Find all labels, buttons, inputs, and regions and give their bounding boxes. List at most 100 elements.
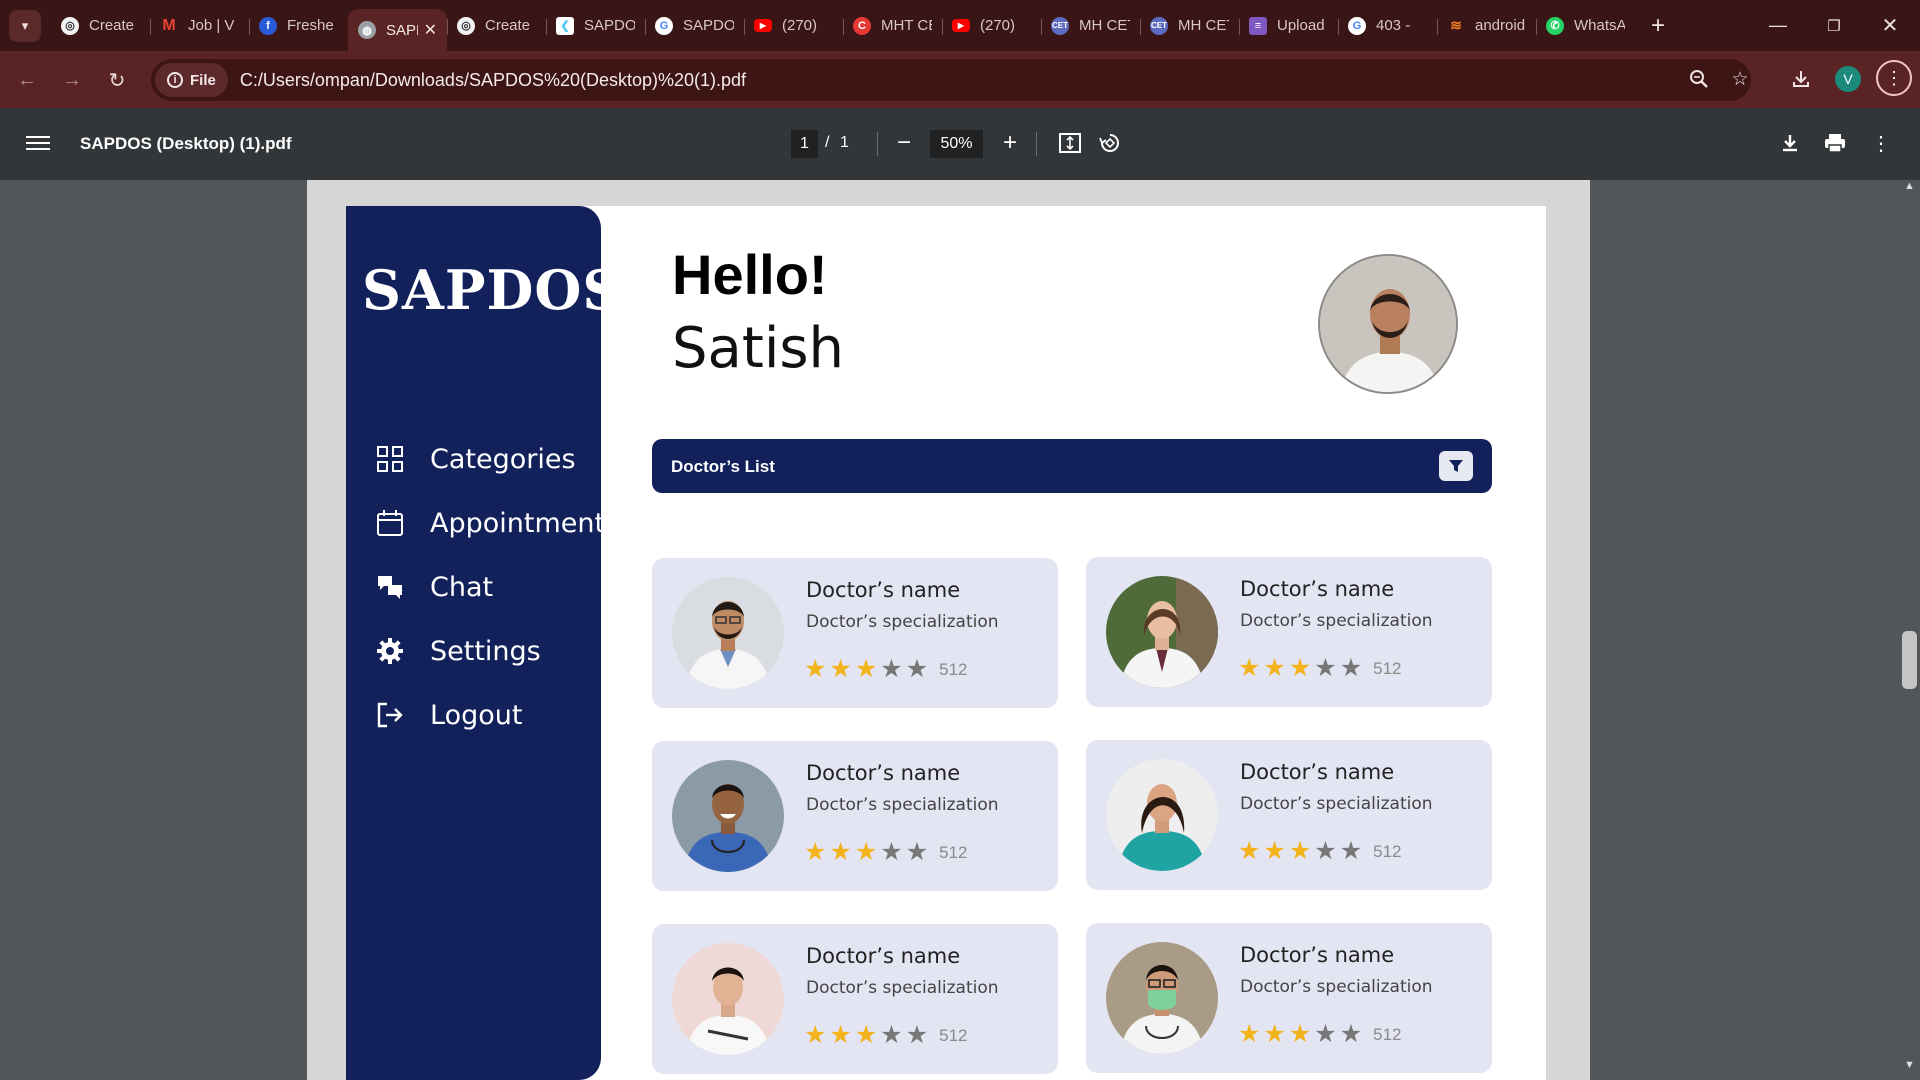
- doctor-card[interactable]: Doctor’s name Doctor’s specialization ★ ★…: [1086, 740, 1492, 890]
- doctor-card[interactable]: Doctor’s name Doctor’s specialization ★ ★…: [652, 741, 1058, 891]
- star-icon: ★: [1339, 654, 1363, 682]
- downloads-icon[interactable]: [1786, 64, 1816, 94]
- browser-tab[interactable]: ◎ Create: [447, 8, 546, 44]
- zoom-level-input[interactable]: 50%: [930, 130, 983, 158]
- url-text[interactable]: C:/Users/ompan/Downloads/SAPDOS%20(Deskt…: [240, 70, 746, 91]
- logout-icon: [374, 699, 406, 731]
- close-window-icon[interactable]: ✕: [1862, 0, 1918, 51]
- doctor-specialization: Doctor’s specialization: [1240, 977, 1433, 997]
- star-icon: ★: [1314, 1020, 1337, 1048]
- browser-tab[interactable]: CET MH CET: [1041, 8, 1140, 44]
- browser-toolbar: ← → ↻ i File C:/Users/ompan/Downloads/SA…: [0, 51, 1920, 108]
- tab-label: Upload: [1277, 17, 1325, 34]
- site-info-chip[interactable]: i File: [155, 63, 228, 97]
- close-tab-icon[interactable]: ✕: [424, 20, 437, 40]
- pdf-more-options-icon[interactable]: ⋮: [1866, 128, 1896, 158]
- doctor-card[interactable]: Doctor’s name Doctor’s specialization ★ ★…: [652, 924, 1058, 1074]
- nav-item-logout[interactable]: Logout: [374, 695, 522, 735]
- review-count: 512: [939, 842, 968, 862]
- browser-tab[interactable]: ◎ Create: [51, 8, 150, 44]
- user-avatar[interactable]: [1318, 254, 1458, 394]
- zoom-out-icon[interactable]: −: [889, 128, 919, 158]
- scrollbar-thumb[interactable]: [1902, 631, 1917, 689]
- tab-label: MHT CET: [881, 17, 932, 34]
- nav-item-label: Categories: [430, 443, 576, 475]
- app-sidebar: SAPDOS Categories Appointment Chat Setti…: [346, 206, 621, 1080]
- star-icon: ★: [905, 1021, 929, 1049]
- print-icon[interactable]: [1820, 128, 1850, 158]
- rating-stars: ★ ★ ★ ★ ★ 512: [1238, 1022, 1401, 1047]
- info-icon: i: [167, 72, 183, 88]
- google-icon: G: [655, 16, 673, 35]
- back-arrow-icon[interactable]: ←: [10, 63, 44, 97]
- page-number-input[interactable]: 1: [791, 130, 818, 158]
- page-separator: /: [825, 134, 830, 151]
- nav-item-chat[interactable]: Chat: [374, 567, 493, 607]
- chrome-globe-icon: ◍: [358, 21, 376, 39]
- gmail-icon: M: [162, 16, 176, 34]
- tab-label: MH CET: [1079, 17, 1130, 34]
- reload-icon[interactable]: ↻: [100, 63, 134, 97]
- doctor-card[interactable]: Doctor’s name Doctor’s specialization ★ ★…: [1086, 557, 1492, 707]
- nav-item-appointment[interactable]: Appointment: [374, 503, 605, 543]
- tab-search-button[interactable]: ▾: [9, 9, 41, 42]
- doctor-card[interactable]: Doctor’s name Doctor’s specialization ★ ★…: [1086, 923, 1492, 1073]
- user-name: Satish: [672, 316, 845, 381]
- profile-avatar[interactable]: V: [1835, 66, 1861, 92]
- browser-tab[interactable]: CET MH CET: [1140, 8, 1239, 44]
- browser-tab[interactable]: G 403 -: [1338, 8, 1437, 44]
- browser-tab[interactable]: C MHT CET: [843, 8, 942, 44]
- tab-label: SAPDOS: [386, 21, 418, 39]
- star-icon: ★: [1238, 654, 1261, 682]
- browser-menu-icon[interactable]: ⋮: [1876, 60, 1912, 96]
- scroll-up-arrow-icon[interactable]: ▲: [1904, 180, 1915, 192]
- bookmark-star-icon[interactable]: ☆: [1725, 64, 1755, 94]
- restore-icon[interactable]: ❐: [1806, 0, 1862, 51]
- doctor-card[interactable]: Doctor’s name Doctor’s specialization ★ ★…: [652, 558, 1058, 708]
- nav-item-label: Settings: [430, 635, 541, 667]
- vertical-scrollbar[interactable]: [1900, 180, 1920, 1080]
- browser-tab[interactable]: ✆ WhatsApp: [1536, 8, 1635, 44]
- browser-tab[interactable]: G SAPDOS: [645, 8, 744, 44]
- doctor-photo: [672, 577, 784, 689]
- rotate-icon[interactable]: [1095, 128, 1125, 158]
- browser-tab[interactable]: ▶ (270): [942, 8, 1041, 44]
- forward-arrow-icon[interactable]: →: [55, 63, 89, 97]
- doctor-name: Doctor’s name: [1240, 577, 1395, 601]
- cet-icon: CET: [1150, 16, 1168, 35]
- star-icon: ★: [854, 655, 878, 683]
- nav-item-settings[interactable]: Settings: [374, 631, 541, 671]
- tab-label: Create: [485, 17, 531, 34]
- new-tab-button[interactable]: +: [1643, 12, 1673, 40]
- pdf-viewport[interactable]: SAPDOS Categories Appointment Chat Setti…: [0, 180, 1920, 1080]
- hamburger-menu-icon[interactable]: [26, 132, 50, 156]
- address-bar[interactable]: i File C:/Users/ompan/Downloads/SAPDOS%2…: [151, 59, 1751, 101]
- review-count: 512: [1373, 1024, 1402, 1044]
- pdf-download-icon[interactable]: [1775, 128, 1805, 158]
- tab-label: (270): [980, 17, 1016, 34]
- tab-label: SAPDOS: [683, 17, 734, 34]
- fit-page-icon[interactable]: [1055, 128, 1085, 158]
- doctor-name: Doctor’s name: [806, 761, 961, 785]
- whatsapp-icon: ✆: [1546, 16, 1564, 35]
- scroll-down-arrow-icon[interactable]: ▼: [1904, 1059, 1915, 1071]
- nav-item-categories[interactable]: Categories: [374, 439, 576, 479]
- star-icon: ★: [1238, 837, 1261, 865]
- filter-button[interactable]: [1439, 451, 1473, 481]
- browser-tab-active[interactable]: ◍ SAPDOS ✕: [348, 9, 447, 51]
- star-icon: ★: [1263, 1020, 1286, 1048]
- filter-icon: [1449, 460, 1463, 472]
- zoom-magnifier-icon[interactable]: [1684, 64, 1714, 94]
- doctors-list-title: Doctor’s List: [671, 457, 775, 476]
- star-icon: ★: [880, 838, 903, 866]
- forms-icon: ≡: [1249, 16, 1267, 35]
- minimize-icon[interactable]: —: [1750, 0, 1806, 51]
- browser-tab[interactable]: ❮ SAPDOS: [546, 8, 645, 44]
- browser-tab[interactable]: f Freshe: [249, 8, 348, 44]
- browser-tab[interactable]: ▶ (270): [744, 8, 843, 44]
- browser-tab[interactable]: M Job | V: [150, 8, 249, 44]
- zoom-in-icon[interactable]: +: [995, 128, 1025, 158]
- browser-tab[interactable]: ≋ android: [1437, 8, 1536, 44]
- browser-tab[interactable]: ≡ Upload: [1239, 8, 1338, 44]
- chatgpt-icon: ◎: [457, 16, 475, 35]
